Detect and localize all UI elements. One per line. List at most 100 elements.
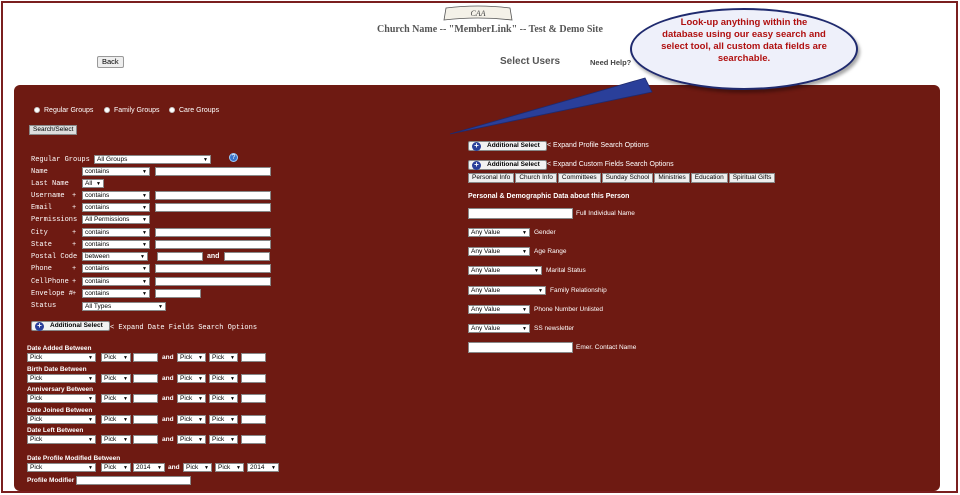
tab-church-info[interactable]: Church Info (515, 173, 557, 183)
additional-select-custom-button[interactable]: + Additional Select (468, 160, 547, 170)
permissions-select[interactable]: All Permissions (82, 215, 150, 224)
name-label: Name (31, 168, 48, 176)
date-pick-month-from[interactable]: Pick (27, 353, 96, 362)
date-year-from-input[interactable] (133, 435, 158, 444)
date-pick-day-from[interactable]: Pick (101, 415, 131, 424)
marital-status-select[interactable]: Any Value (468, 266, 542, 275)
last-name-select[interactable]: All (82, 179, 104, 188)
date-pick-month-to[interactable]: Pick (177, 353, 206, 362)
full-name-input[interactable] (468, 208, 573, 219)
date-year-to-input[interactable] (241, 353, 266, 362)
date-year-from-input[interactable] (133, 415, 158, 424)
postal-from-input[interactable] (157, 252, 203, 261)
email-input[interactable] (155, 203, 271, 212)
cellphone-input[interactable] (155, 277, 271, 286)
age-range-select[interactable]: Any Value (468, 247, 530, 256)
date-year-from-input[interactable] (133, 353, 158, 362)
date-pick-month-to[interactable]: Pick (177, 374, 206, 383)
date-year-to-input[interactable] (241, 374, 266, 383)
state-input[interactable] (155, 240, 271, 249)
phone-operator-select[interactable]: contains (82, 264, 150, 273)
tab-personal-info[interactable]: Personal Info (468, 173, 515, 183)
date-year-from-input[interactable] (133, 394, 158, 403)
tab-committees[interactable]: Committees (557, 173, 601, 183)
regular-groups-select[interactable]: All Groups (94, 155, 211, 164)
phone-input[interactable] (155, 264, 271, 273)
envelope-plus: + (72, 290, 77, 298)
name-operator-select[interactable]: contains (82, 167, 150, 176)
date-pick-day-from[interactable]: Pick (101, 353, 131, 362)
profile-modified-pick-3[interactable]: Pick (183, 463, 212, 472)
city-operator-select[interactable]: contains (82, 228, 150, 237)
gender-select[interactable]: Any Value (468, 228, 530, 237)
profile-modified-pick-1[interactable]: Pick (27, 463, 96, 472)
name-input[interactable] (155, 167, 271, 176)
username-input[interactable] (155, 191, 271, 200)
radio-regular-dot[interactable] (34, 107, 40, 114)
city-input[interactable] (155, 228, 271, 237)
radio-care-dot[interactable] (169, 107, 175, 114)
help-icon[interactable]: ? (229, 153, 238, 162)
date-year-from-input[interactable] (133, 374, 158, 383)
radio-care-label: Care Groups (179, 107, 220, 114)
date-pick-day-from[interactable]: Pick (101, 374, 131, 383)
postal-operator-select[interactable]: between (82, 252, 148, 261)
additional-select-date-button[interactable]: + Additional Select (31, 321, 110, 331)
date-pick-month-from[interactable]: Pick (27, 394, 96, 403)
date-pick-month-to[interactable]: Pick (177, 415, 206, 424)
envelope-operator-select[interactable]: contains (82, 289, 150, 298)
email-plus: + (72, 204, 77, 212)
date-pick-month-to[interactable]: Pick (177, 394, 206, 403)
date-pick-day-to[interactable]: Pick (209, 435, 238, 444)
date-pick-day-to[interactable]: Pick (209, 394, 238, 403)
date-pick-day-to[interactable]: Pick (209, 374, 238, 383)
logo-text: CAA (470, 9, 485, 18)
status-select[interactable]: All Types (82, 302, 166, 311)
phone-unlisted-label: Phone Number Unlisted (534, 306, 604, 313)
city-label: City (31, 229, 48, 237)
tab-sunday-school[interactable]: Sunday School (601, 173, 654, 183)
date-year-to-input[interactable] (241, 435, 266, 444)
expand-profile-text[interactable]: < Expand Profile Search Options (547, 142, 649, 149)
radio-family-groups[interactable]: Family Groups (104, 107, 160, 114)
search-select-button[interactable]: Search/Select (29, 125, 78, 135)
radio-family-dot[interactable] (104, 107, 110, 114)
date-year-to-input[interactable] (241, 394, 266, 403)
username-operator-select[interactable]: contains (82, 191, 150, 200)
date-pick-day-from[interactable]: Pick (101, 435, 131, 444)
profile-modified-pick-2[interactable]: Pick (101, 463, 131, 472)
phone-unlisted-select[interactable]: Any Value (468, 305, 530, 314)
radio-regular-groups[interactable]: Regular Groups (34, 107, 93, 114)
additional-select-profile-button[interactable]: + Additional Select (468, 141, 547, 151)
date-year-to-input[interactable] (241, 415, 266, 424)
date-pick-month-from[interactable]: Pick (27, 415, 96, 424)
emer-contact-input[interactable] (468, 342, 573, 353)
radio-care-groups[interactable]: Care Groups (169, 107, 219, 114)
date-pick-day-to[interactable]: Pick (209, 415, 238, 424)
expand-date-fields-text[interactable]: < Expand Date Fields Search Options (110, 324, 257, 332)
expand-custom-text[interactable]: < Expand Custom Fields Search Options (547, 161, 674, 168)
full-name-label: Full Individual Name (576, 210, 635, 217)
tab-ministries[interactable]: Ministries (654, 173, 690, 183)
state-operator-select[interactable]: contains (82, 240, 150, 249)
email-operator-select[interactable]: contains (82, 203, 150, 212)
ss-newsletter-select[interactable]: Any Value (468, 324, 530, 333)
postal-to-input[interactable] (224, 252, 270, 261)
date-pick-day-from[interactable]: Pick (101, 394, 131, 403)
family-relationship-select[interactable]: Any Value (468, 286, 546, 295)
profile-modified-and: and (168, 464, 180, 471)
profile-modified-year-2[interactable]: 2014 (247, 463, 279, 472)
profile-modifier-input[interactable] (76, 476, 191, 485)
date-pick-day-to[interactable]: Pick (209, 353, 238, 362)
tab-education[interactable]: Education (690, 173, 728, 183)
envelope-input[interactable] (155, 289, 201, 298)
profile-modified-year-1[interactable]: 2014 (133, 463, 165, 472)
date-pick-month-from[interactable]: Pick (27, 374, 96, 383)
back-button[interactable]: Back (97, 56, 124, 68)
tab-spiritual-gifts[interactable]: Spiritual Gifts (728, 173, 776, 183)
cellphone-operator-select[interactable]: contains (82, 277, 150, 286)
city-plus: + (72, 229, 77, 237)
date-pick-month-from[interactable]: Pick (27, 435, 96, 444)
profile-modified-pick-4[interactable]: Pick (215, 463, 244, 472)
date-pick-month-to[interactable]: Pick (177, 435, 206, 444)
